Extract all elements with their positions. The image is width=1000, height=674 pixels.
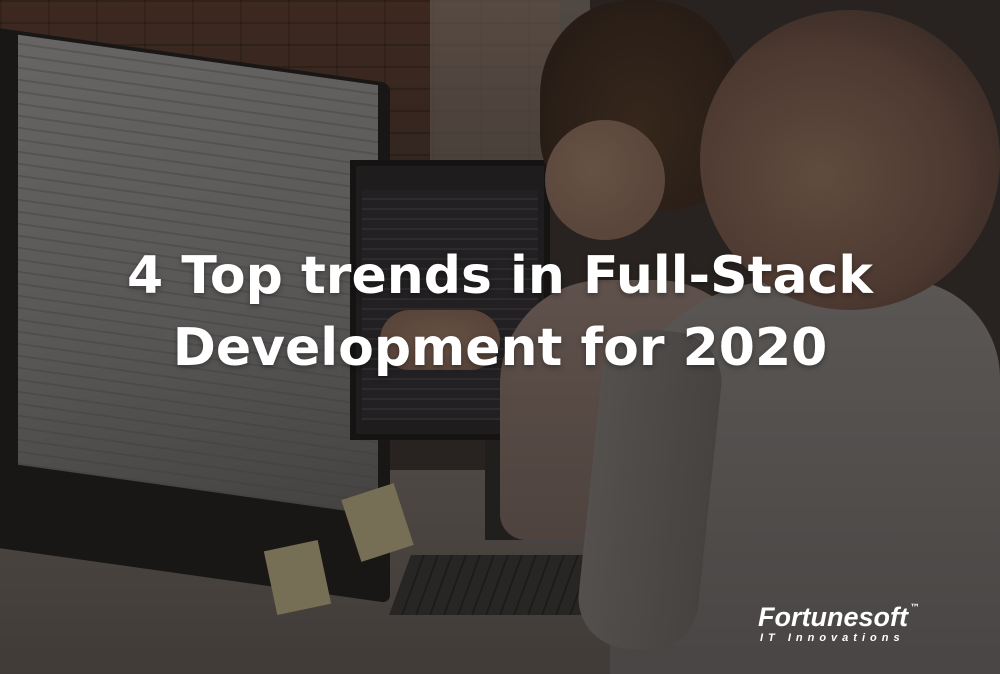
logo-tagline: IT Innovations [760, 632, 905, 644]
headline-line-1: 4 Top trends in Full-Stack [127, 246, 873, 306]
logo-name: Fortunesoft [758, 602, 908, 632]
headline-line-2: Development for 2020 [172, 318, 828, 378]
hero-banner: 4 Top trends in Full-Stack Development f… [0, 0, 1000, 674]
fortunesoft-logo: Fortunesoft ™ IT Innovations [758, 603, 968, 644]
headline: 4 Top trends in Full-Stack Development f… [0, 240, 1000, 384]
logo-trademark: ™ [909, 603, 920, 614]
